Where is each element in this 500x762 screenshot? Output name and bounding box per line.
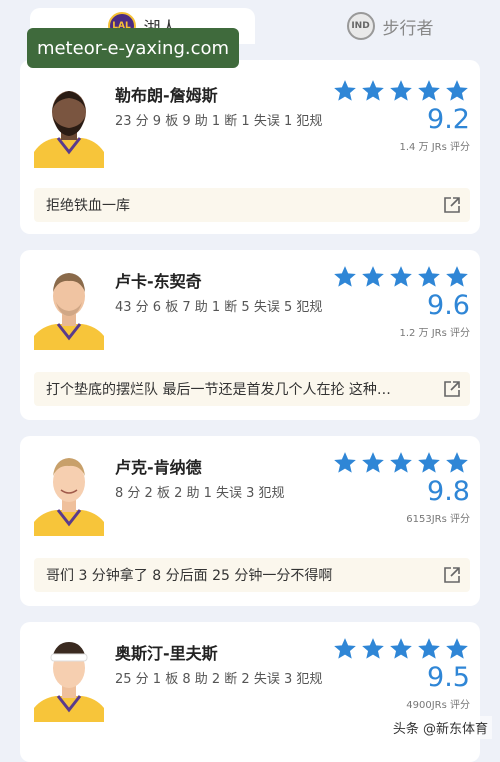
player-stats: 23 分 9 板 9 助 1 断 1 失误 1 犯规 [115,114,323,129]
star-icon [362,266,384,287]
rating-stars [332,78,470,104]
source-credit: 头条 @新东体育 [388,716,492,739]
player-score: 9.6 [427,290,470,321]
share-icon [444,381,460,397]
star-icon [362,452,384,473]
player-score: 9.2 [427,104,470,135]
star-icon [446,452,468,473]
player-name: 奥斯汀-里夫斯 [115,644,218,663]
tab-pacers[interactable]: IND 步行者 [310,8,470,44]
star-icon [418,80,440,101]
star-icon [334,266,356,287]
player-stats: 25 分 1 板 8 助 2 断 2 失误 3 犯规 [115,672,323,687]
rating-stars [332,450,470,476]
share-button[interactable] [434,558,470,592]
player-card: 卢卡-东契奇 43 分 6 板 7 助 1 断 5 失误 5 犯规 9.6 1.… [20,250,480,420]
star-icon [390,638,412,659]
star-icon [446,266,468,287]
rating-stars [332,636,470,662]
player-card: 卢克-肯纳德 8 分 2 板 2 助 1 失误 3 犯规 9.8 6153JRs… [20,436,480,606]
player-avatar [34,636,104,722]
top-comment[interactable]: 拒绝铁血一库 [34,188,470,222]
share-icon [444,567,460,583]
star-icon [418,638,440,659]
watermark-overlay: meteor-e-yaxing.com [27,28,239,68]
player-card: 奥斯汀-里夫斯 25 分 1 板 8 助 2 断 2 失误 3 犯规 9.5 4… [20,622,480,762]
player-name: 卢卡-东契奇 [115,272,202,291]
player-card: 勒布朗-詹姆斯 23 分 9 板 9 助 1 断 1 失误 1 犯规 9.2 1… [20,60,480,234]
player-score: 9.5 [427,662,470,693]
share-button[interactable] [434,188,470,222]
player-name: 勒布朗-詹姆斯 [115,86,218,105]
star-icon [362,80,384,101]
player-avatar [34,264,104,350]
star-icon [362,638,384,659]
comment-text: 打个垫底的摆烂队 最后一节还是首发几个人在抡 这种… [46,382,391,398]
star-icon [390,452,412,473]
vote-count: 1.4 万 JRs 评分 [399,142,470,153]
star-icon [418,452,440,473]
vote-count: 6153JRs 评分 [406,514,470,525]
star-icon [390,80,412,101]
pacers-logo-icon: IND [346,12,375,40]
share-icon [444,197,460,213]
star-icon [334,638,356,659]
player-stats: 43 分 6 板 7 助 1 断 5 失误 5 犯规 [115,300,323,315]
player-name: 卢克-肯纳德 [115,458,202,477]
vote-count: 4900JRs 评分 [406,700,470,711]
player-avatar [34,450,104,536]
star-icon [390,266,412,287]
top-comment[interactable]: 打个垫底的摆烂队 最后一节还是首发几个人在抡 这种… [34,372,470,406]
star-icon [446,80,468,101]
comment-text: 拒绝铁血一库 [46,198,130,214]
star-icon [334,80,356,101]
player-avatar [34,82,104,168]
top-comment[interactable]: 哥们 3 分钟拿了 8 分后面 25 分钟一分不得啊 [34,558,470,592]
share-button[interactable] [434,372,470,406]
star-icon [334,452,356,473]
vote-count: 1.2 万 JRs 评分 [399,328,470,339]
comment-text: 哥们 3 分钟拿了 8 分后面 25 分钟一分不得啊 [46,568,333,584]
tab-pacers-label: 步行者 [382,18,434,39]
star-icon [446,638,468,659]
rating-stars [332,264,470,290]
star-icon [418,266,440,287]
player-score: 9.8 [427,476,470,507]
player-stats: 8 分 2 板 2 助 1 失误 3 犯规 [115,486,285,501]
